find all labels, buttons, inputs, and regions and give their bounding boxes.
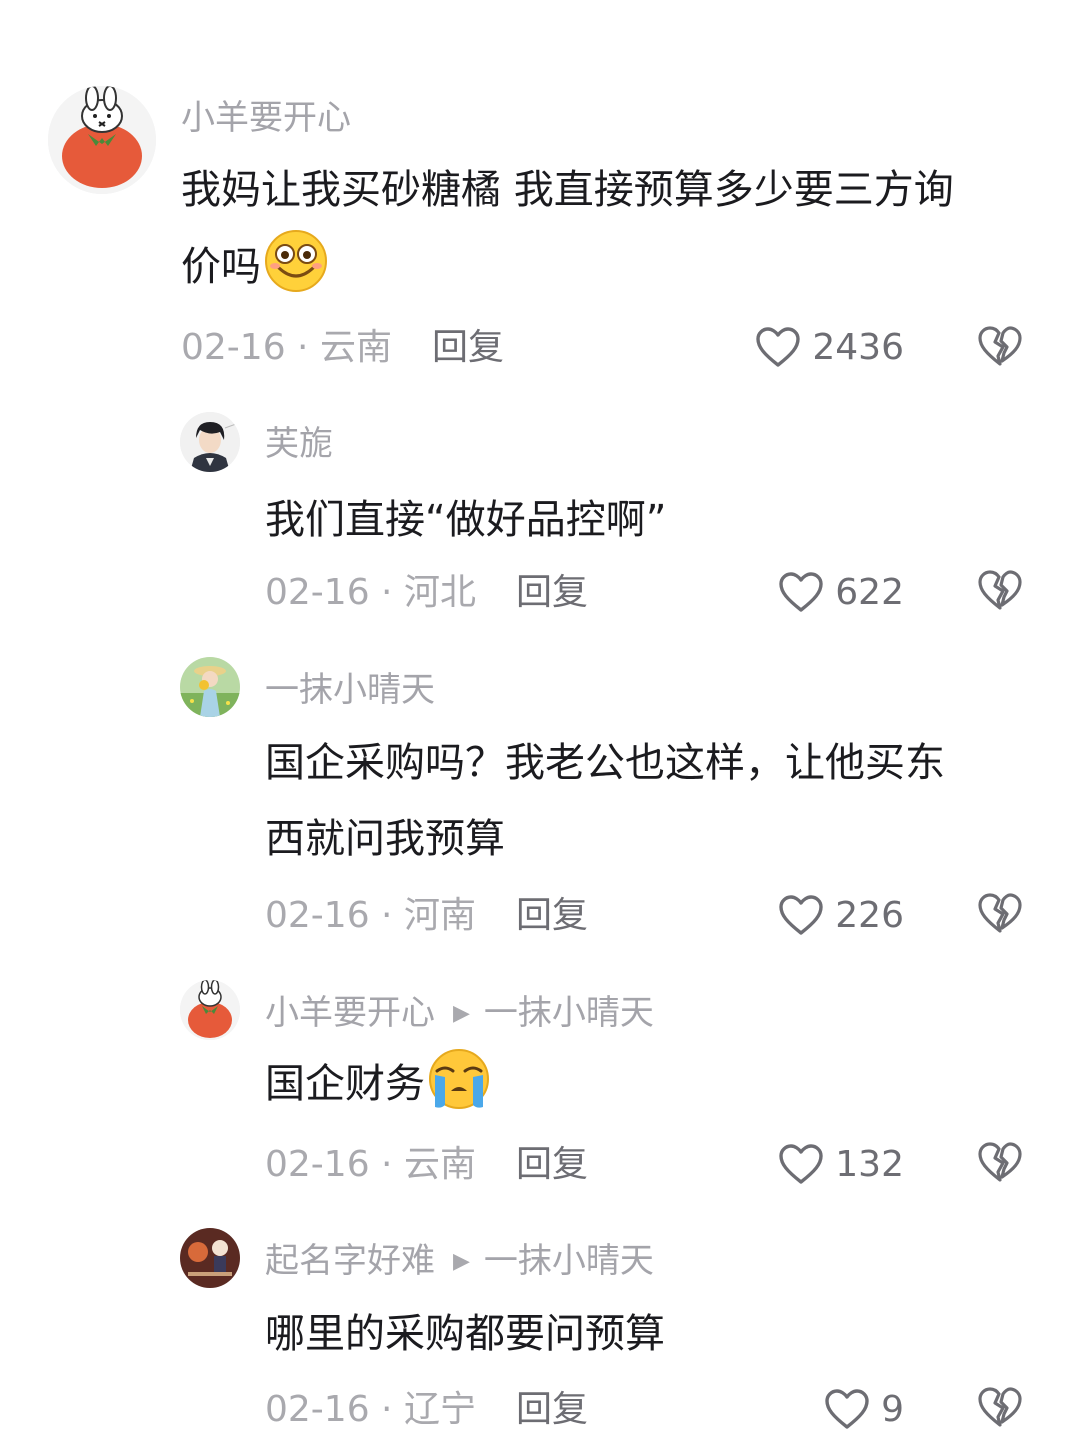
comment-meta: 02-16 · 河南: [265, 895, 476, 936]
like-button[interactable]: 2436: [754, 324, 904, 372]
reply-button[interactable]: 回复: [516, 1388, 588, 1432]
like-button[interactable]: 622: [777, 569, 904, 617]
heart-outline-icon: [756, 327, 801, 367]
reply-arrow-icon: ▶: [453, 1001, 470, 1026]
broken-heart-icon[interactable]: [976, 1384, 1024, 1432]
comment-text: 西就问我预算: [265, 816, 505, 862]
comment-meta: 02-16 · 辽宁: [265, 1389, 476, 1430]
username[interactable]: 一抹小晴天: [265, 670, 435, 710]
like-button[interactable]: 132: [777, 1141, 904, 1189]
reply-button[interactable]: 回复: [432, 326, 504, 370]
comment-meta: 02-16 · 云南: [181, 327, 392, 368]
avatar[interactable]: [180, 412, 240, 472]
reply-arrow-icon: ▶: [453, 1249, 470, 1274]
reply-to-username[interactable]: 一抹小晴天: [484, 993, 654, 1033]
like-button[interactable]: 226: [777, 892, 904, 940]
broken-heart-icon[interactable]: [976, 1139, 1024, 1187]
comment-item: 小羊要开心 我妈让我买砂糖橘 我直接预算多少要三方询 价吗 02-16 · 云南…: [0, 0, 1080, 400]
reply-header: 起名字好难 ▶ 一抹小晴天: [265, 1241, 654, 1282]
comment-text: 价吗: [181, 228, 329, 319]
like-button[interactable]: 9: [823, 1386, 904, 1434]
like-count: 132: [835, 1144, 904, 1185]
reply-button[interactable]: 回复: [516, 571, 588, 615]
username[interactable]: 芙旎: [265, 424, 333, 464]
heart-outline-icon: [779, 572, 823, 612]
comment-meta: 02-16 · 河北: [265, 572, 476, 613]
username[interactable]: 小羊要开心: [181, 98, 351, 138]
broken-heart-icon[interactable]: [976, 567, 1024, 615]
heart-outline-icon: [779, 895, 823, 935]
comment-text: 国企财务: [265, 1046, 491, 1136]
username[interactable]: 起名字好难: [265, 1241, 435, 1281]
heart-outline-icon: [779, 1144, 823, 1184]
like-count: 9: [881, 1389, 904, 1430]
broken-heart-icon[interactable]: [976, 323, 1024, 371]
broken-heart-icon[interactable]: [976, 890, 1024, 938]
comment-text-line: 国企财务: [265, 1061, 425, 1107]
avatar[interactable]: [180, 1228, 240, 1288]
smile-emoji-icon: [263, 228, 329, 319]
like-count: 226: [835, 895, 904, 936]
like-count: 2436: [812, 327, 904, 368]
avatar[interactable]: [180, 980, 240, 1040]
comment-text: 我妈让我买砂糖橘 我直接预算多少要三方询: [181, 167, 954, 213]
comment-text-line: 价吗: [181, 244, 261, 290]
comment-text: 国企采购吗？我老公也这样，让他买东: [265, 740, 945, 786]
comment-text: 我们直接“做好品控啊”: [265, 497, 667, 543]
reply-to-username[interactable]: 一抹小晴天: [484, 1241, 654, 1281]
comment-meta: 02-16 · 云南: [265, 1144, 476, 1185]
like-count: 622: [835, 572, 904, 613]
avatar[interactable]: [48, 86, 156, 194]
reply-header: 小羊要开心 ▶ 一抹小晴天: [265, 993, 654, 1034]
crying-emoji-icon: [427, 1047, 491, 1136]
comment-text: 哪里的采购都要问预算: [265, 1311, 665, 1357]
avatar[interactable]: [180, 657, 240, 717]
reply-button[interactable]: 回复: [516, 1143, 588, 1187]
username[interactable]: 小羊要开心: [265, 993, 435, 1033]
reply-button[interactable]: 回复: [516, 894, 588, 938]
heart-outline-icon: [825, 1389, 869, 1429]
